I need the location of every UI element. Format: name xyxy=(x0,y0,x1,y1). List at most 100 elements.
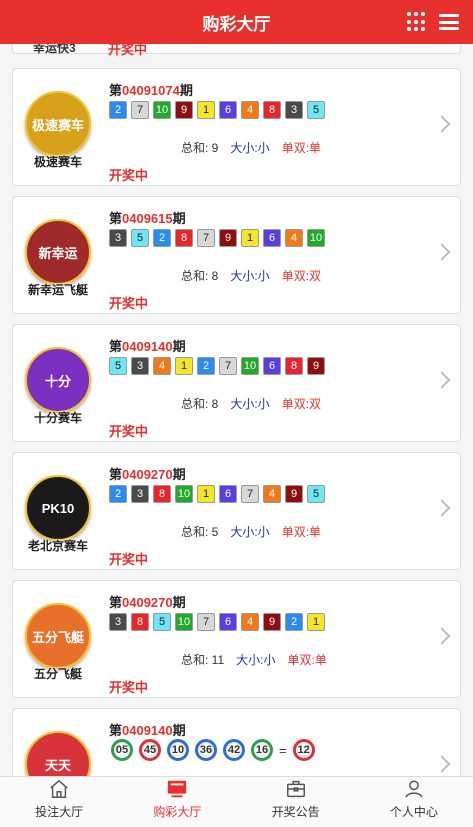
result-ball: 4 xyxy=(263,485,281,503)
lottery-card[interactable]: PK10 老北京赛车 第0409270期 2 3 8 10 1 6 7 4 9 5 总和: 5 大小:小 单双… xyxy=(12,452,461,570)
parity-value: 单双:单 xyxy=(281,141,322,155)
lottery-card[interactable]: 极速赛车 极速赛车 第04091074期 2 7 10 9 1 6 4 8 3 5 总和: 9 大小:小 单双… xyxy=(12,68,461,186)
result-ball: 7 xyxy=(219,357,237,375)
tab-betting-hall[interactable]: 投注大厅 xyxy=(0,777,118,827)
result-ball: 7 xyxy=(241,485,259,503)
chevron-right-icon xyxy=(433,499,451,517)
result-summary: 总和: 8 大小:小 单双:双 xyxy=(181,267,321,284)
result-ball: 6 xyxy=(219,101,237,119)
lotto-ball: 42 xyxy=(223,739,245,761)
lottery-logo: 五分飞艇 五分飞艇 xyxy=(23,603,93,685)
briefcase-icon xyxy=(286,780,305,798)
period-label: 第0409615期 xyxy=(109,211,186,226)
draw-status: 开奖中 xyxy=(109,424,149,439)
app: 购彩大厅 幸运快3 开奖中 极速赛车 极速赛车 第04091074期 2 7 10 9 1 6 4… xyxy=(0,0,473,827)
result-ball: 7 xyxy=(131,101,149,119)
menu-icon[interactable] xyxy=(439,14,459,30)
result-ball: 10 xyxy=(175,613,193,631)
logo-badge: PK10 xyxy=(25,475,91,541)
chevron-right-icon xyxy=(433,755,451,773)
period-label: 第0409140期 xyxy=(109,723,186,738)
draw-result-balls: 2 3 8 10 1 6 7 4 9 5 xyxy=(109,485,329,503)
tab-lottery-hall[interactable]: 购彩大厅 xyxy=(118,777,236,827)
draw-result-balls: 2 7 10 9 1 6 4 8 3 5 xyxy=(109,101,329,119)
lottery-card[interactable]: 五分飞艇 五分飞艇 第0409270期 3 8 5 10 7 6 4 9 2 1 总和: 11 大小:小 单双… xyxy=(12,580,461,698)
lottery-logo: 极速赛车 极速赛车 xyxy=(23,91,93,173)
header: 购彩大厅 xyxy=(0,0,473,44)
lottery-card[interactable]: 十分 十分赛车 第0409140期 5 3 4 1 2 7 10 6 8 9 总和: 8 大小:小 单双:双开… xyxy=(12,324,461,442)
grid-icon[interactable] xyxy=(407,12,427,32)
logo-text: 天天 xyxy=(44,757,71,773)
size-value: 大小:小 xyxy=(230,269,270,283)
result-ball: 2 xyxy=(109,101,127,119)
result-ball: 8 xyxy=(131,613,149,631)
user-icon xyxy=(405,780,423,798)
result-ball: 9 xyxy=(219,229,237,247)
draw-status: 开奖中 xyxy=(109,168,149,183)
tab-user-center[interactable]: 个人中心 xyxy=(355,777,473,827)
tab-label: 开奖公告 xyxy=(271,805,320,819)
period-label: 第0409270期 xyxy=(109,467,186,482)
sum-value: 总和: 5 xyxy=(181,525,219,539)
lotto-ball: 10 xyxy=(167,739,189,761)
lottery-logo: PK10 老北京赛车 xyxy=(23,475,93,557)
result-ball: 1 xyxy=(197,485,215,503)
result-ball: 7 xyxy=(197,229,215,247)
result-ball: 3 xyxy=(109,613,127,631)
period-number: 0409140 xyxy=(122,339,173,354)
sum-value: 总和: 9 xyxy=(181,141,219,155)
result-ball: 5 xyxy=(131,229,149,247)
size-value: 大小:小 xyxy=(230,141,270,155)
result-ball: 10 xyxy=(153,101,171,119)
result-ball: 2 xyxy=(109,485,127,503)
result-ball: 1 xyxy=(197,101,215,119)
lotto-ball: 05 xyxy=(111,739,133,761)
logo-text: PK10 xyxy=(41,500,75,516)
draw-status: 开奖中 xyxy=(109,552,149,567)
result-ball: 6 xyxy=(219,613,237,631)
period-number: 04091074 xyxy=(122,83,180,98)
logo-text: 新幸运 xyxy=(38,245,78,261)
result-summary: 总和: 9 大小:小 单双:单 xyxy=(181,139,321,156)
size-value: 大小:小 xyxy=(236,653,276,667)
period-number: 0409270 xyxy=(122,595,173,610)
logo-badge: 新幸运 xyxy=(25,219,91,285)
logo-badge: 天天 xyxy=(25,731,91,776)
result-ball: 4 xyxy=(241,101,259,119)
result-ball: 9 xyxy=(175,101,193,119)
result-ball: 10 xyxy=(307,229,325,247)
lotto-ball: 45 xyxy=(139,739,161,761)
tab-label: 个人中心 xyxy=(389,805,438,819)
result-summary: 总和: 5 大小:小 单双:单 xyxy=(181,523,321,540)
lottery-card[interactable]: 新幸运 新幸运飞艇 第0409615期 3 5 2 8 7 9 1 6 4 10 总和: 8 大小:小 单双:… xyxy=(12,196,461,314)
lottery-card[interactable]: 天天 第0409140期 05 45 10 36 42 16 = 12 xyxy=(12,708,461,776)
lottery-name: 幸运快3 xyxy=(33,44,76,55)
sum-value: 总和: 8 xyxy=(181,269,219,283)
bottom-tabbar: 投注大厅 购彩大厅 开奖公告 个人中心 xyxy=(0,776,473,827)
lotto-ball: 36 xyxy=(195,739,217,761)
special-ball: 12 xyxy=(292,739,315,761)
tab-label: 购彩大厅 xyxy=(153,805,202,819)
result-ball: 3 xyxy=(131,357,149,375)
draw-result-balls: 05 45 10 36 42 16 = 12 xyxy=(111,739,321,761)
parity-value: 单双:双 xyxy=(281,269,322,283)
logo-badge: 五分飞艇 xyxy=(25,603,91,669)
draw-status: 开奖中 xyxy=(108,44,148,57)
tab-draw-announcements[interactable]: 开奖公告 xyxy=(237,777,355,827)
result-ball: 3 xyxy=(285,101,303,119)
result-ball: 4 xyxy=(285,229,303,247)
lottery-card-partial[interactable]: 幸运快3 开奖中 xyxy=(12,44,461,57)
draw-result-balls: 5 3 4 1 2 7 10 6 8 9 xyxy=(109,357,329,375)
lottery-list: 幸运快3 开奖中 极速赛车 极速赛车 第04091074期 2 7 10 9 1 6 4 8 3 5 总和… xyxy=(0,44,473,776)
logo-text: 五分飞艇 xyxy=(31,629,84,645)
result-ball: 5 xyxy=(307,485,325,503)
result-ball: 5 xyxy=(307,101,325,119)
period-label: 第0409140期 xyxy=(109,339,186,354)
lottery-logo: 天天 xyxy=(23,731,93,776)
result-ball: 6 xyxy=(219,485,237,503)
chevron-right-icon xyxy=(433,115,451,133)
result-summary: 总和: 11 大小:小 单双:单 xyxy=(181,651,327,668)
sum-value: 总和: 8 xyxy=(181,397,219,411)
logo-text: 极速赛车 xyxy=(31,117,84,133)
result-ball: 4 xyxy=(153,357,171,375)
